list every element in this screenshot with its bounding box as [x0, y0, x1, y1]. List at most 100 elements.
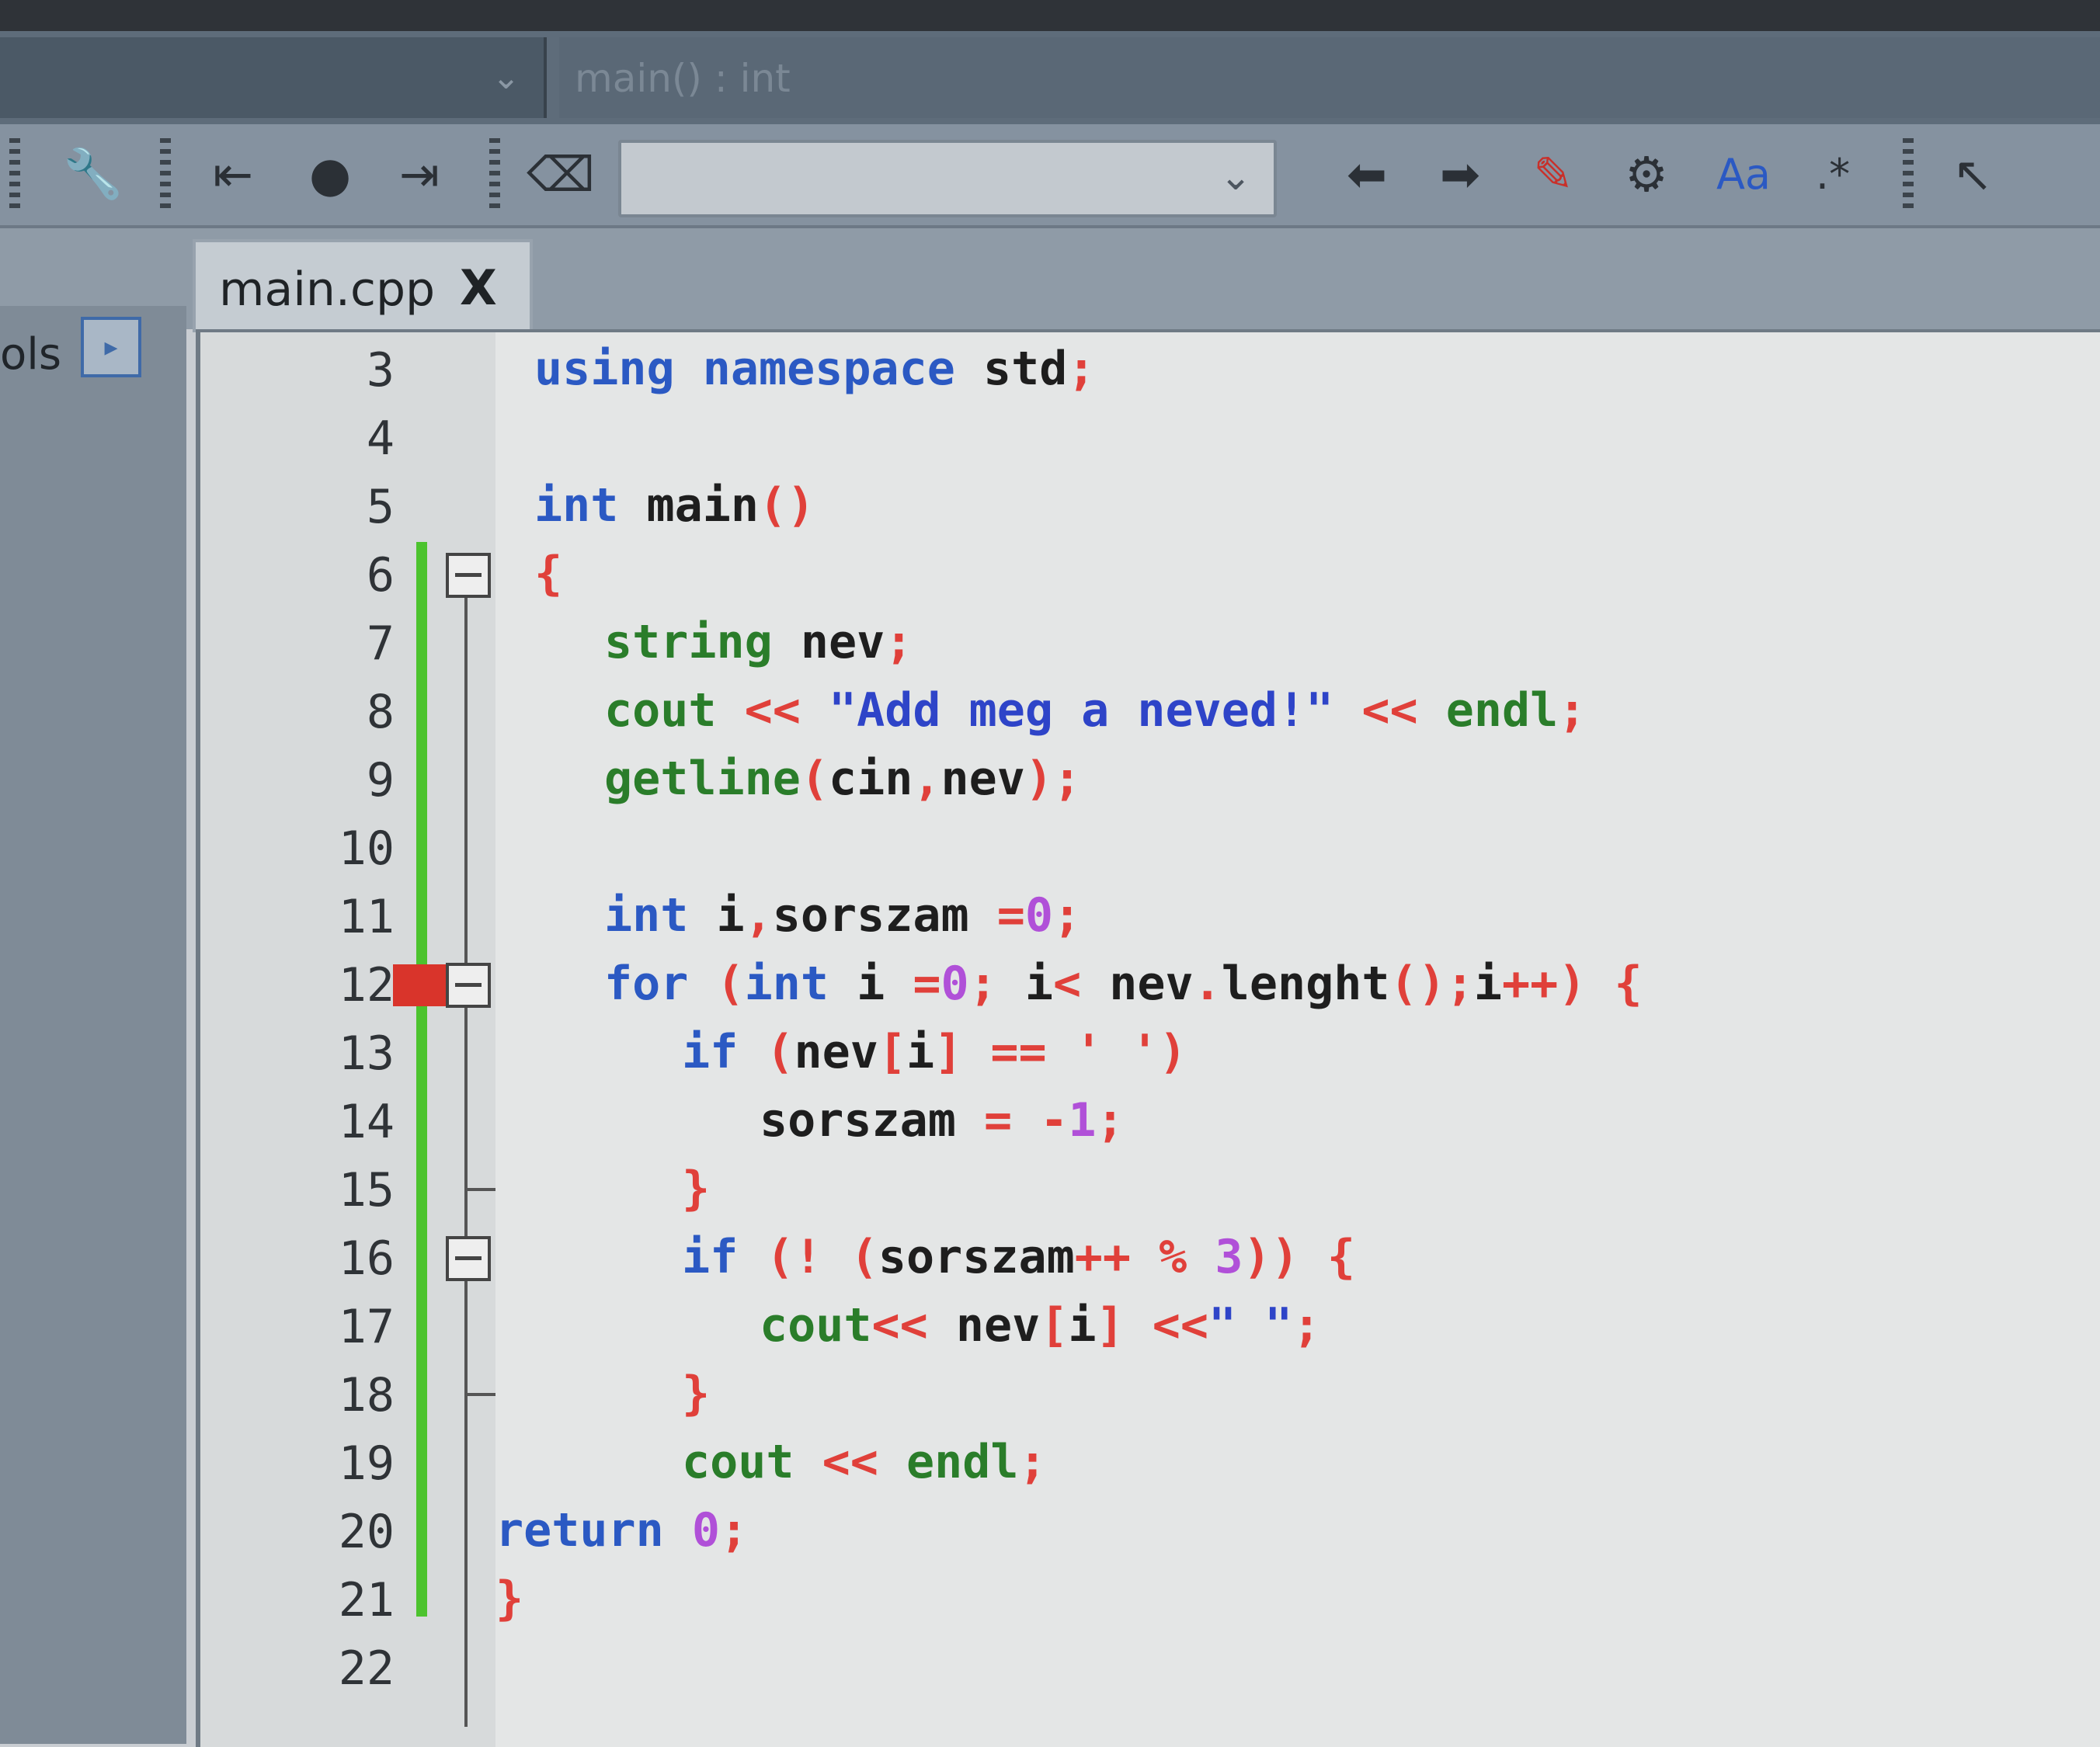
line-number: 4 — [366, 412, 395, 466]
code-text[interactable]: int i,sorszam =0; — [604, 888, 1081, 943]
toolbar-grip[interactable] — [9, 138, 20, 211]
expand-panel-button[interactable]: ▸ — [81, 317, 141, 377]
line-number: 21 — [338, 1573, 395, 1627]
fold-end-marker — [464, 1188, 495, 1191]
editor-toolbar: 🔧 ⇤ ● ⇥ ⌫ ⌄ ⬅ ➡ ✎ ⚙ Aa .* ↖ — [0, 124, 2100, 228]
scope-bar: ⌄ main() : int — [0, 31, 2100, 124]
code-text[interactable]: } — [682, 1367, 710, 1421]
code-token: lenght — [1221, 957, 1390, 1011]
code-token: "Add meg a neved!" — [829, 683, 1334, 738]
code-text[interactable]: cout << "Add meg a neved!" << endl; — [604, 683, 1586, 738]
jump-forward-icon[interactable]: ⇥ — [381, 140, 458, 208]
code-text[interactable]: if (! (sorszam++ % 3)) { — [682, 1230, 1355, 1284]
tab-bar: main.cpp X — [0, 228, 2100, 332]
code-text[interactable]: return 0; — [495, 1503, 748, 1558]
code-editor[interactable]: 3 using namespace std; 4 5 int main() 6{7 stri… — [196, 329, 2100, 1747]
search-combo[interactable]: ⌄ — [618, 140, 1277, 217]
code-line[interactable]: 5 int main() — [200, 474, 2100, 536]
code-token: 1 — [1068, 1093, 1097, 1148]
code-token: ( — [738, 1025, 794, 1079]
code-token: 0 — [1024, 888, 1053, 943]
code-line[interactable]: 18} — [200, 1362, 2100, 1424]
code-line[interactable]: 6{ — [200, 542, 2100, 604]
code-line[interactable]: 22 — [200, 1635, 2100, 1697]
code-text[interactable]: getline(cin,nev); — [604, 752, 1081, 806]
code-token: nev — [1109, 957, 1194, 1011]
line-number: 14 — [338, 1095, 395, 1149]
code-line[interactable]: 19 cout << endl; — [200, 1430, 2100, 1492]
highlight-icon[interactable]: ✎ — [1514, 140, 1592, 208]
wrench-icon[interactable]: 🔧 — [54, 140, 132, 208]
scope-function-select[interactable]: main() : int — [559, 37, 2100, 118]
line-number: 13 — [338, 1026, 395, 1081]
toolbar-grip[interactable] — [1903, 138, 1914, 211]
tab-main-cpp[interactable]: main.cpp X — [193, 239, 533, 332]
code-line[interactable]: 17 cout<< nev[i] <<" "; — [200, 1294, 2100, 1356]
chevron-down-icon[interactable]: ⌄ — [1219, 154, 1252, 199]
code-line[interactable]: 14 sorszam = -1; — [200, 1089, 2100, 1151]
scope-class-select[interactable]: ⌄ — [0, 37, 547, 118]
code-line[interactable]: 11 int i,sorszam =0; — [200, 884, 2100, 946]
code-token: ++) { — [1502, 957, 1643, 1011]
code-text[interactable]: { — [534, 547, 562, 601]
chevron-down-icon[interactable]: ⌄ — [492, 57, 520, 97]
code-text[interactable]: } — [682, 1162, 710, 1216]
code-token: for — [604, 957, 689, 1011]
code-token: ; — [720, 1503, 749, 1558]
code-token: string — [604, 615, 773, 669]
code-token: nev — [940, 752, 1025, 806]
match-case-icon[interactable]: Aa — [1701, 140, 1786, 208]
code-text[interactable]: } — [495, 1572, 523, 1626]
code-line[interactable]: 16 if (! (sorszam++ % 3)) { — [200, 1225, 2100, 1287]
code-text[interactable]: string nev; — [604, 615, 913, 669]
code-token: (! ( — [738, 1230, 878, 1284]
forward-arrow-icon[interactable]: ➡ — [1421, 140, 1499, 208]
jump-back-icon[interactable]: ⇤ — [194, 140, 272, 208]
code-token: )) { — [1243, 1230, 1356, 1284]
code-text[interactable]: cout<< nev[i] <<" "; — [760, 1298, 1321, 1353]
code-token: std — [954, 342, 1068, 396]
breakpoint-marker[interactable] — [393, 964, 447, 1006]
code-line[interactable]: 10 — [200, 815, 2100, 877]
code-text[interactable]: cout << endl; — [682, 1435, 1047, 1489]
fold-toggle-icon[interactable] — [446, 963, 491, 1008]
regex-icon[interactable]: .* — [1794, 140, 1872, 208]
code-token: << — [794, 1435, 906, 1489]
code-token: << — [1333, 683, 1446, 738]
fold-toggle-icon[interactable] — [446, 553, 491, 598]
code-line[interactable]: 21} — [200, 1567, 2100, 1629]
code-token: i — [688, 888, 745, 943]
code-line[interactable]: 12 for (int i =0; i< nev.lenght();i++) { — [200, 952, 2100, 1014]
code-line[interactable]: 4 — [200, 405, 2100, 467]
code-text[interactable]: for (int i =0; i< nev.lenght();i++) { — [604, 957, 1643, 1011]
build-icon[interactable]: ⚙ — [1608, 140, 1685, 208]
code-text[interactable]: sorszam = -1; — [760, 1093, 1125, 1148]
code-line[interactable]: 8 cout << "Add meg a neved!" << endl; — [200, 679, 2100, 741]
code-text[interactable]: int main() — [534, 478, 815, 533]
code-token: endl — [906, 1435, 1019, 1489]
fold-toggle-icon[interactable] — [446, 1236, 491, 1281]
code-line[interactable]: 13 if (nev[i] == ' ') — [200, 1020, 2100, 1082]
toolbar-grip[interactable] — [160, 138, 171, 211]
code-token: [ — [878, 1025, 906, 1079]
code-text[interactable]: using namespace std; — [534, 342, 1095, 396]
code-token: 0 — [940, 957, 969, 1011]
bookmark-dot-icon[interactable]: ● — [295, 140, 365, 208]
code-line[interactable]: 3 using namespace std; — [200, 337, 2100, 399]
line-number: 16 — [338, 1231, 395, 1286]
code-text[interactable]: if (nev[i] == ' ') — [682, 1025, 1187, 1079]
code-token: i — [1473, 957, 1502, 1011]
select-cursor-icon[interactable]: ↖ — [1934, 140, 2011, 208]
code-line[interactable]: 15} — [200, 1157, 2100, 1219]
line-number: 12 — [338, 958, 395, 1012]
clear-icon[interactable]: ⌫ — [522, 140, 600, 208]
code-token: , — [913, 752, 941, 806]
code-line[interactable]: 9 getline(cin,nev); — [200, 747, 2100, 809]
back-arrow-icon[interactable]: ⬅ — [1328, 140, 1406, 208]
close-icon[interactable]: X — [460, 259, 497, 316]
code-token: sorszam — [878, 1230, 1075, 1284]
code-token: nev — [794, 1025, 878, 1079]
code-line[interactable]: 20 return 0; — [200, 1499, 2100, 1561]
toolbar-grip[interactable] — [489, 138, 500, 211]
code-line[interactable]: 7 string nev; — [200, 610, 2100, 672]
